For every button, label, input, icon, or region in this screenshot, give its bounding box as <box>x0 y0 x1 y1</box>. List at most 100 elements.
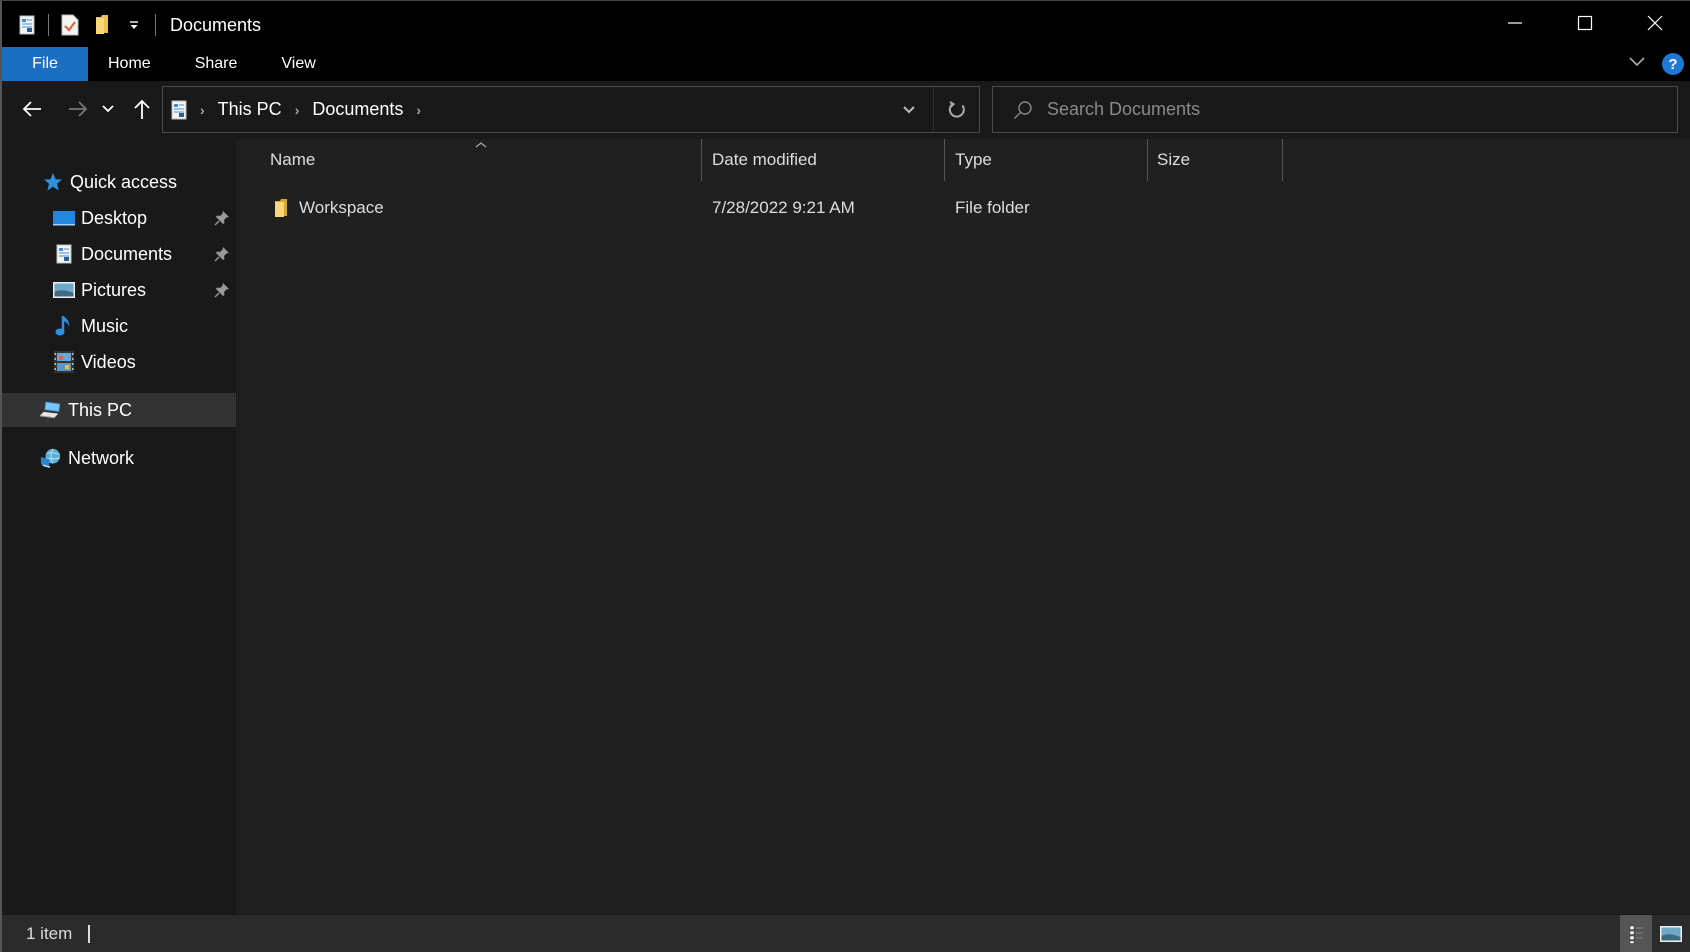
close-button[interactable] <box>1620 1 1690 45</box>
address-bar-controls <box>885 87 979 132</box>
pin-icon[interactable] <box>214 210 230 231</box>
navigation-bar: › This PC › Documents › <box>2 81 1690 139</box>
pin-icon[interactable] <box>214 246 230 267</box>
column-divider[interactable] <box>701 139 702 181</box>
chevron-down-icon <box>903 105 915 113</box>
column-divider[interactable] <box>1147 139 1148 181</box>
sidebar-item-label: Documents <box>81 243 173 264</box>
status-divider <box>88 925 91 943</box>
breadcrumb-this-pc[interactable]: This PC <box>218 99 282 120</box>
documents-icon <box>171 100 187 120</box>
documents-icon <box>53 243 75 265</box>
item-count: 1 item <box>26 924 73 943</box>
navigation-pane: Quick access Desktop Documents Pictures … <box>2 139 238 914</box>
window-title: Documents <box>170 14 262 35</box>
chevron-down-icon <box>1629 57 1645 67</box>
documents-icon <box>16 13 38 37</box>
refresh-button[interactable] <box>933 87 979 132</box>
maximize-icon <box>1577 15 1593 31</box>
breadcrumb-documents[interactable]: Documents <box>312 99 403 120</box>
chevron-down-icon <box>102 105 114 113</box>
network-icon <box>40 447 62 469</box>
file-name: Workspace <box>299 198 384 217</box>
refresh-icon <box>948 100 965 118</box>
up-button[interactable] <box>126 93 158 125</box>
status-bar: 1 item <box>2 915 1690 952</box>
properties-icon[interactable] <box>59 13 81 37</box>
sidebar-item-quick-access[interactable]: Quick access <box>2 165 236 199</box>
sidebar-item-videos[interactable]: Videos <box>2 345 236 379</box>
toolbar-divider <box>48 14 49 36</box>
arrow-up-icon <box>134 99 150 119</box>
file-row[interactable]: Workspace 7/28/2022 9:21 AM File folder <box>239 193 1690 223</box>
minimize-icon <box>1508 22 1522 24</box>
breadcrumb-separator[interactable]: › <box>200 102 205 118</box>
star-icon <box>42 171 64 193</box>
sidebar-item-documents[interactable]: Documents <box>2 237 236 271</box>
date-modified-cell: 7/28/2022 9:21 AM <box>712 198 855 217</box>
minimize-button[interactable] <box>1480 1 1550 45</box>
desktop-icon <box>53 207 75 229</box>
file-explorer-window: Documents File Home Share View ? › This … <box>0 0 1690 952</box>
address-bar[interactable]: › This PC › Documents › <box>162 86 980 133</box>
recent-locations-button[interactable] <box>96 93 120 125</box>
new-folder-icon[interactable] <box>91 13 113 37</box>
search-input[interactable] <box>1047 99 1647 120</box>
music-icon <box>53 315 75 337</box>
ribbon-right-controls: ? <box>1628 47 1690 81</box>
videos-icon <box>53 351 75 373</box>
customize-dropdown-icon[interactable] <box>123 13 145 37</box>
help-button[interactable]: ? <box>1662 53 1684 75</box>
file-list-pane: Name Date modified Type Size Workspace 7… <box>239 139 1690 914</box>
back-button[interactable] <box>16 93 48 125</box>
sidebar-item-label: Music <box>81 315 129 336</box>
sidebar-item-desktop[interactable]: Desktop <box>2 201 236 235</box>
breadcrumb-separator[interactable]: › <box>295 102 300 118</box>
tab-view[interactable]: View <box>259 47 337 81</box>
details-view-button[interactable] <box>1620 915 1652 952</box>
sidebar-item-pictures[interactable]: Pictures <box>2 273 236 307</box>
quick-access-toolbar <box>2 1 166 49</box>
expand-ribbon-button[interactable] <box>1628 55 1646 73</box>
type-cell: File folder <box>955 198 1030 217</box>
forward-button[interactable] <box>62 93 94 125</box>
column-header-name[interactable]: Name <box>270 139 700 181</box>
close-icon <box>1647 15 1663 31</box>
tab-home[interactable]: Home <box>88 47 173 81</box>
arrow-right-icon <box>69 101 88 117</box>
ribbon-tabs: File Home Share View ? <box>2 47 1690 81</box>
sidebar-item-this-pc[interactable]: This PC <box>2 393 236 427</box>
breadcrumb-separator[interactable]: › <box>416 102 421 118</box>
large-icons-view-icon <box>1660 926 1682 942</box>
pictures-icon <box>53 279 75 301</box>
details-view-icon <box>1629 925 1643 944</box>
sidebar-item-label: Pictures <box>81 279 147 300</box>
sidebar-item-network[interactable]: Network <box>2 441 236 475</box>
column-header-size[interactable]: Size <box>1157 139 1277 181</box>
search-box[interactable] <box>992 86 1678 133</box>
column-header-date-modified[interactable]: Date modified <box>712 139 942 181</box>
sidebar-item-label: Desktop <box>81 207 148 228</box>
address-history-dropdown[interactable] <box>885 87 933 132</box>
tab-share[interactable]: Share <box>173 47 260 81</box>
maximize-button[interactable] <box>1550 1 1620 45</box>
computer-icon <box>40 399 62 421</box>
search-icon <box>1013 100 1033 120</box>
pin-icon[interactable] <box>214 282 230 303</box>
sidebar-item-label: Quick access <box>70 171 178 192</box>
view-switcher <box>1620 915 1690 952</box>
sidebar-item-label: This PC <box>68 399 133 420</box>
title-bar: Documents <box>2 1 1690 49</box>
column-header-type[interactable]: Type <box>955 139 1145 181</box>
column-divider[interactable] <box>1282 139 1283 181</box>
window-controls <box>1480 1 1690 45</box>
folder-icon <box>273 198 289 218</box>
sidebar-item-music[interactable]: Music <box>2 309 236 343</box>
large-icons-view-button[interactable] <box>1652 915 1690 952</box>
sidebar-item-label: Network <box>68 447 135 468</box>
arrow-left-icon <box>22 101 41 117</box>
file-name-cell: Workspace <box>273 193 384 223</box>
toolbar-divider <box>155 14 156 36</box>
tab-file[interactable]: File <box>2 47 88 81</box>
column-divider[interactable] <box>944 139 945 181</box>
